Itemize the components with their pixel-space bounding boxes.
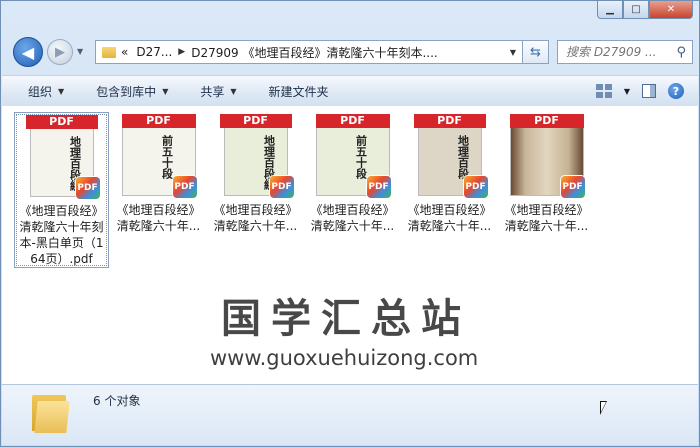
caption-buttons: ▁ □ ✕ xyxy=(597,1,693,19)
breadcrumb-separator-icon[interactable]: ▶ xyxy=(178,47,185,57)
file-list[interactable]: 地理百段經 PDF PDF 《地理百段经》清乾隆六十年刻本-黑白单页（164页）… xyxy=(2,106,698,384)
pdf-thumbnail: 前五十段 PDF PDF xyxy=(315,114,391,198)
chevron-down-icon: ▼ xyxy=(162,86,169,96)
search-box[interactable]: ⚲ xyxy=(557,40,693,64)
file-name: 《地理百段经》清乾隆六十年... xyxy=(407,203,492,233)
share-menu[interactable]: 共享 ▼ xyxy=(182,83,250,100)
close-button[interactable]: ✕ xyxy=(649,1,693,19)
change-view-icon[interactable] xyxy=(595,84,612,98)
pdf-badge: PDF xyxy=(413,114,486,128)
pdf-badge: PDF xyxy=(219,114,292,128)
breadcrumb-item-current[interactable]: D27909 《地理百段经》清乾隆六十年刻本.... xyxy=(191,44,438,61)
pdf-thumbnail: 前五十段 PDF PDF xyxy=(121,114,197,198)
folder-icon xyxy=(102,46,116,58)
maximize-button[interactable]: □ xyxy=(623,1,649,19)
page-preview-text: 地理百段 xyxy=(456,135,470,179)
back-arrow-icon: ◀ xyxy=(21,42,35,62)
chevron-down-icon: ▼ xyxy=(58,86,65,96)
mouse-cursor-icon xyxy=(600,401,607,415)
new-folder-label: 新建文件夹 xyxy=(268,84,329,99)
view-controls: ▼ ? xyxy=(595,83,684,99)
organize-menu[interactable]: 组织 ▼ xyxy=(2,83,78,100)
help-icon[interactable]: ? xyxy=(668,83,684,99)
minimize-button[interactable]: ▁ xyxy=(597,1,623,19)
forward-button[interactable]: ▶ xyxy=(47,39,73,65)
pdf-thumbnail: 地理百段經 PDF PDF xyxy=(218,114,294,198)
pdf-app-icon: PDF xyxy=(269,176,294,198)
page-preview-text: 前五十段 xyxy=(354,135,368,179)
search-input[interactable] xyxy=(566,45,672,59)
include-library-label: 包含到库中 xyxy=(96,84,157,99)
pdf-badge: PDF xyxy=(25,115,98,129)
pdf-app-icon: PDF xyxy=(172,176,197,198)
explorer-window: ▁ □ ✕ ◀ ▶ ▼ « D27... ▶ D27909 《地理百段经》清乾隆… xyxy=(0,0,700,447)
refresh-button[interactable]: ⇆ xyxy=(523,40,549,64)
forward-arrow-icon: ▶ xyxy=(55,44,65,60)
page-preview-text: 地理百段經 xyxy=(68,136,82,191)
file-item[interactable]: 地理百段經 PDF PDF 《地理百段经》清乾隆六十年刻本-黑白单页（164页）… xyxy=(14,112,109,268)
new-folder-button[interactable]: 新建文件夹 xyxy=(251,83,343,100)
view-options-dropdown-icon[interactable]: ▼ xyxy=(624,87,630,96)
pdf-thumbnail: PDF PDF xyxy=(509,114,585,198)
pdf-thumbnail: 地理百段 PDF PDF xyxy=(412,114,488,198)
file-name: 《地理百段经》清乾隆六十年... xyxy=(504,203,589,233)
pdf-app-icon: PDF xyxy=(75,177,100,199)
address-dropdown-icon[interactable]: ▼ xyxy=(510,48,516,57)
pdf-badge: PDF xyxy=(121,114,196,128)
watermark-title: 国学汇总站 xyxy=(221,296,471,342)
chevron-down-icon: ▼ xyxy=(230,86,237,96)
file-name: 《地理百段经》清乾隆六十年刻本-黑白单页（164页）.pdf xyxy=(19,204,104,266)
organize-label: 组织 xyxy=(28,84,53,99)
file-item[interactable]: 前五十段 PDF PDF 《地理百段经》清乾隆六十年... xyxy=(111,112,206,234)
back-button[interactable]: ◀ xyxy=(13,37,43,67)
pdf-badge: PDF xyxy=(509,114,584,128)
page-preview-text: 前五十段 xyxy=(160,135,174,179)
command-bar: 组织 ▼ 包含到库中 ▼ 共享 ▼ 新建文件夹 ▼ ? xyxy=(2,75,698,107)
pdf-app-icon: PDF xyxy=(463,176,488,198)
breadcrumb-overflow[interactable]: « xyxy=(121,45,128,59)
file-name: 《地理百段经》清乾隆六十年... xyxy=(213,203,298,233)
file-item[interactable]: 地理百段經 PDF PDF 《地理百段经》清乾隆六十年... xyxy=(208,112,303,234)
folder-icon xyxy=(32,395,72,433)
file-item[interactable]: PDF PDF 《地理百段经》清乾隆六十年... xyxy=(499,112,594,234)
details-pane: 6 个对象 xyxy=(2,384,698,445)
breadcrumb-item-parent[interactable]: D27... xyxy=(136,45,172,59)
watermark-url: www.guoxuehuizong.com xyxy=(210,346,479,370)
pdf-thumbnail: 地理百段經 PDF PDF xyxy=(24,115,100,199)
page-preview-text: 地理百段經 xyxy=(262,135,276,190)
address-bar[interactable]: « D27... ▶ D27909 《地理百段经》清乾隆六十年刻本.... ▼ xyxy=(95,40,523,64)
refresh-icon: ⇆ xyxy=(530,44,541,60)
pdf-app-icon: PDF xyxy=(560,176,585,198)
share-label: 共享 xyxy=(200,84,225,99)
pdf-badge: PDF xyxy=(315,114,390,128)
object-count: 6 个对象 xyxy=(93,394,141,408)
file-item[interactable]: 前五十段 PDF PDF 《地理百段经》清乾隆六十年... xyxy=(305,112,400,234)
file-name: 《地理百段经》清乾隆六十年... xyxy=(116,203,201,233)
navigation-bar: ◀ ▶ ▼ « D27... ▶ D27909 《地理百段经》清乾隆六十年刻本.… xyxy=(9,33,693,69)
include-in-library-menu[interactable]: 包含到库中 ▼ xyxy=(78,83,182,100)
file-item[interactable]: 地理百段 PDF PDF 《地理百段经》清乾隆六十年... xyxy=(402,112,497,234)
file-name: 《地理百段经》清乾隆六十年... xyxy=(310,203,395,233)
pdf-app-icon: PDF xyxy=(366,176,391,198)
recent-pages-dropdown[interactable]: ▼ xyxy=(77,47,87,56)
search-icon[interactable]: ⚲ xyxy=(676,45,686,60)
preview-pane-icon[interactable] xyxy=(642,84,656,98)
